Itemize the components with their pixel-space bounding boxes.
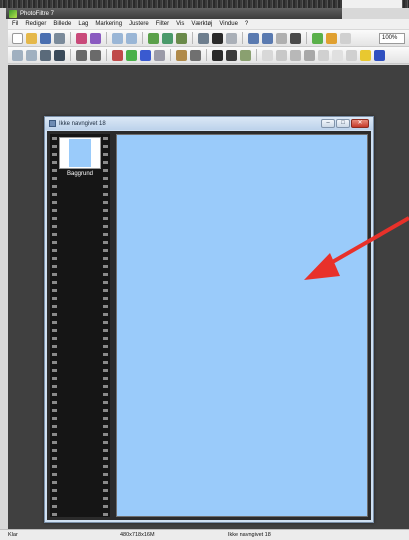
status-document-name: Ikke navngivet 18 — [228, 532, 271, 538]
levels-icon[interactable] — [76, 49, 87, 61]
image-canvas[interactable] — [116, 134, 368, 517]
toolbar-separator — [70, 32, 71, 44]
app-logo-icon — [9, 9, 17, 18]
effect-icon[interactable] — [326, 32, 337, 44]
menu-item-billede[interactable]: Billede — [53, 21, 71, 27]
toolbar-separator — [70, 49, 71, 61]
print-icon[interactable] — [76, 32, 87, 44]
text-icon[interactable] — [290, 32, 301, 44]
document-title: Ikke navngivet 18 — [59, 120, 106, 127]
maximize-button[interactable]: □ — [336, 119, 350, 128]
minimize-button[interactable]: – — [321, 119, 335, 128]
main-toolbar: 100% — [8, 30, 409, 47]
document-body: Baggrund — [47, 131, 371, 520]
document-window[interactable]: Ikke navngivet 18 – □ ✕ Baggrund — [44, 116, 374, 523]
sharpen-icon[interactable] — [40, 49, 51, 61]
zoom-field[interactable]: 100% — [379, 32, 405, 44]
toolbar-separator — [256, 49, 257, 61]
toolbar-separator — [306, 32, 307, 44]
layer-thumbnail[interactable] — [59, 137, 101, 169]
film-holes-right — [103, 134, 108, 517]
status-image-size: 480x718x16M — [120, 532, 155, 538]
blue-channel-icon[interactable] — [140, 49, 151, 61]
canvas-size-icon[interactable] — [212, 32, 223, 44]
texture-icon[interactable] — [240, 49, 251, 61]
menu-bar: Fil Rediger Billede Lag Markering Juster… — [8, 19, 409, 29]
menu-item-filter[interactable]: Filter — [156, 21, 169, 27]
app-title-bar: PhotoFiltre 7 — [6, 8, 342, 19]
document-icon — [49, 120, 56, 127]
layer-filmstrip: Baggrund — [50, 134, 110, 517]
rotate-icon[interactable] — [248, 32, 259, 44]
toolbar-separator — [142, 32, 143, 44]
green-channel-icon[interactable] — [126, 49, 137, 61]
new-file-icon[interactable] — [12, 32, 23, 44]
filter-toolbar — [8, 47, 409, 64]
export-icon[interactable] — [90, 32, 101, 44]
grid-icon[interactable] — [276, 32, 287, 44]
menu-item-markering[interactable]: Markering — [95, 21, 122, 27]
light-icon[interactable] — [332, 49, 343, 61]
frame-icon[interactable] — [346, 49, 357, 61]
negative-icon[interactable] — [212, 49, 223, 61]
palette-icon[interactable] — [374, 49, 385, 61]
menu-item-lag[interactable]: Lag — [78, 21, 88, 27]
menu-item-help[interactable]: ? — [245, 21, 248, 27]
contrast-icon[interactable] — [54, 49, 65, 61]
curves-icon[interactable] — [90, 49, 101, 61]
app-title: PhotoFiltre 7 — [20, 10, 55, 17]
grayscale-icon[interactable] — [190, 49, 201, 61]
undo-icon[interactable] — [112, 32, 123, 44]
top-strip — [0, 0, 409, 8]
edges-icon[interactable] — [304, 49, 315, 61]
plugin-icon[interactable] — [312, 32, 323, 44]
equalize-icon[interactable] — [154, 49, 165, 61]
status-bar: Klar 480x718x16M Ikke navngivet 18 — [0, 529, 409, 540]
toolbar-separator — [206, 49, 207, 61]
menu-item-vindue[interactable]: Vindue — [219, 21, 238, 27]
blur-icon[interactable] — [262, 49, 273, 61]
copy-icon[interactable] — [162, 32, 173, 44]
layer-thumbnail-image — [69, 139, 91, 167]
menu-item-fil[interactable]: Fil — [12, 21, 18, 27]
open-folder-icon[interactable] — [26, 32, 37, 44]
red-channel-icon[interactable] — [112, 49, 123, 61]
image-size-icon[interactable] — [198, 32, 209, 44]
toolbar-separator — [192, 32, 193, 44]
document-title-bar[interactable]: Ikke navngivet 18 – □ ✕ — [45, 117, 373, 130]
flip-icon[interactable] — [262, 32, 273, 44]
soften-icon[interactable] — [276, 49, 287, 61]
cut-icon[interactable] — [148, 32, 159, 44]
close-button[interactable]: ✕ — [351, 119, 369, 128]
settings-icon[interactable] — [340, 32, 351, 44]
crop-icon[interactable] — [226, 32, 237, 44]
noise-icon[interactable] — [318, 49, 329, 61]
scanner-icon[interactable] — [54, 32, 65, 44]
top-gap — [342, 0, 402, 8]
paste-icon[interactable] — [176, 32, 187, 44]
status-state: Klar — [8, 532, 18, 538]
menu-item-rediger[interactable]: Rediger — [25, 21, 46, 27]
redo-icon[interactable] — [126, 32, 137, 44]
gradient-icon[interactable] — [360, 49, 371, 61]
zoom-out-icon[interactable] — [26, 49, 37, 61]
mosaic-icon[interactable] — [226, 49, 237, 61]
toolbar-separator — [106, 32, 107, 44]
layer-name: Baggrund — [66, 171, 94, 177]
menu-item-vis[interactable]: Vis — [176, 21, 184, 27]
zoom-in-icon[interactable] — [12, 49, 23, 61]
menu-item-vaerktoej[interactable]: Værktøj — [191, 21, 212, 27]
film-holes-left — [52, 134, 57, 517]
toolbar-separator — [106, 49, 107, 61]
menu-item-justere[interactable]: Justere — [129, 21, 149, 27]
toolbar-separator — [170, 49, 171, 61]
sepia-icon[interactable] — [176, 49, 187, 61]
toolbar-separator — [242, 32, 243, 44]
save-icon[interactable] — [40, 32, 51, 44]
window-controls: – □ ✕ — [321, 119, 369, 128]
emboss-icon[interactable] — [290, 49, 301, 61]
